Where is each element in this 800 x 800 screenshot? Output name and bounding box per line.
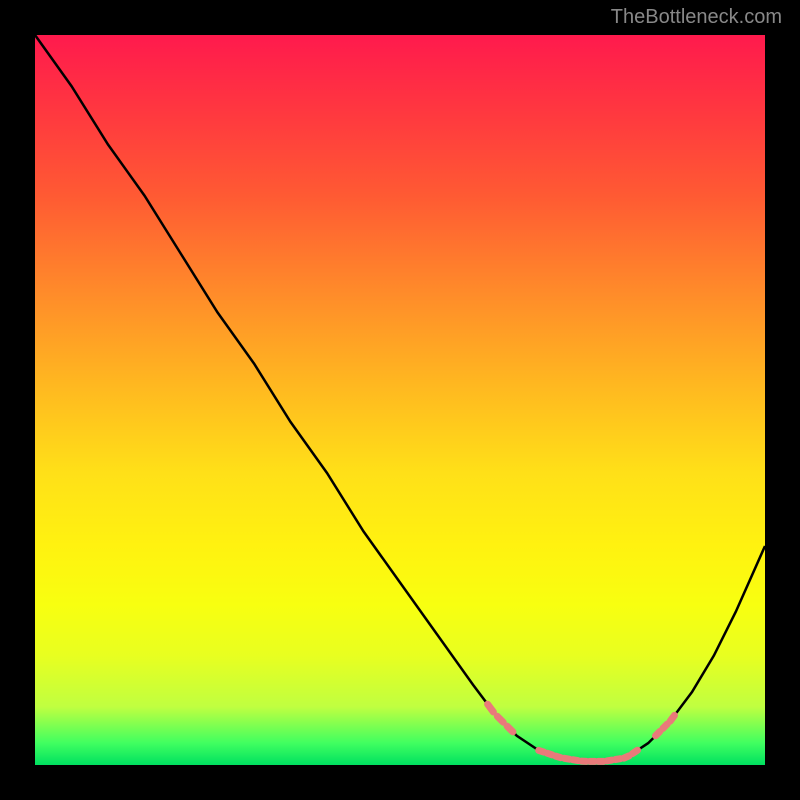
chart-container: TheBottleneck.com xyxy=(0,0,800,800)
watermark-text: TheBottleneck.com xyxy=(611,6,782,29)
bottleneck-curve xyxy=(35,35,765,761)
curve-svg xyxy=(35,35,765,765)
plot-area xyxy=(35,35,765,765)
valley-markers xyxy=(488,704,675,761)
